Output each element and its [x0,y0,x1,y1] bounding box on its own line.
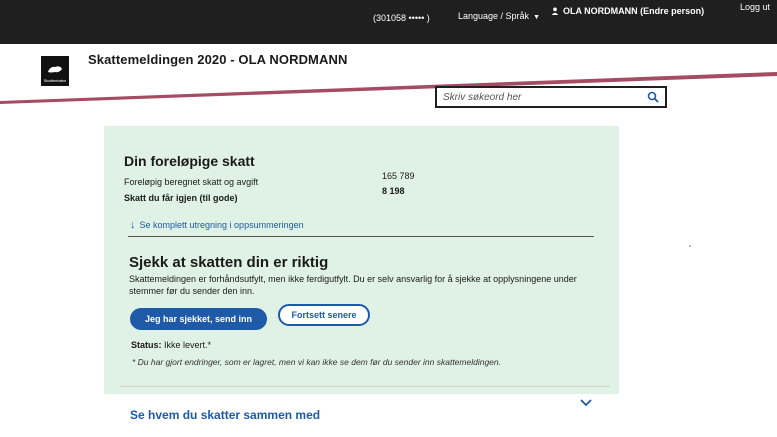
status-line: Status: Ikke levert.* [131,340,211,350]
top-bar: (301058 ••••• ) Language / Språk ▼ OLA NO… [0,0,777,44]
person-icon [551,7,559,15]
accordion-toggle-tax-together[interactable]: Se hvem du skatter sammen med [130,408,320,422]
page-title: Skattemeldingen 2020 - OLA NORDMANN [88,52,348,67]
summary-heading: Din foreløpige skatt [124,153,255,169]
account-number: (301058 ••••• ) [373,13,430,23]
full-calculation-label: Se komplett utregning i oppsummeringen [139,220,304,230]
divider [128,236,594,237]
refund-value: 8 198 [382,186,405,196]
tax-summary-card: Din foreløpige skatt Foreløpig beregnet … [104,126,619,394]
estimated-tax-label: Foreløpig beregnet skatt og avgift [124,177,259,187]
chevron-down-icon[interactable] [580,399,592,407]
check-heading: Sjekk at skatten din er riktig [129,254,329,271]
caret-down-icon: ▼ [533,14,540,21]
full-calculation-link[interactable]: ↓ Se komplett utregning i oppsummeringen [130,219,304,231]
user-name: OLA NORDMANN (Endre person) [563,6,705,16]
changes-note: * Du har gjort endringer, som er lagret,… [132,357,501,367]
status-label: Status: [131,340,162,350]
user-menu[interactable]: OLA NORDMANN (Endre person) [551,6,704,16]
decorative-dot [689,245,691,247]
check-description: Skattemeldingen er forhåndsutfylt, men i… [129,274,577,296]
estimated-tax-value: 165 789 [382,171,415,181]
logout-link[interactable]: Logg ut [740,2,770,12]
refund-label: Skatt du får igjen (til gode) [124,193,238,203]
continue-later-button[interactable]: Fortsett senere [278,304,370,326]
accordion-separator [120,386,610,387]
arrow-down-icon: ↓ [130,219,136,231]
language-label: Language / Språk [458,11,530,21]
status-value: Ikke levert.* [164,340,212,350]
search-input[interactable]: Skriv søkeord her [435,86,667,108]
search-icon[interactable] [647,91,659,103]
search-placeholder: Skriv søkeord her [443,92,522,103]
send-in-button[interactable]: Jeg har sjekket, send inn [130,308,267,330]
language-selector[interactable]: Language / Språk ▼ [458,11,540,21]
